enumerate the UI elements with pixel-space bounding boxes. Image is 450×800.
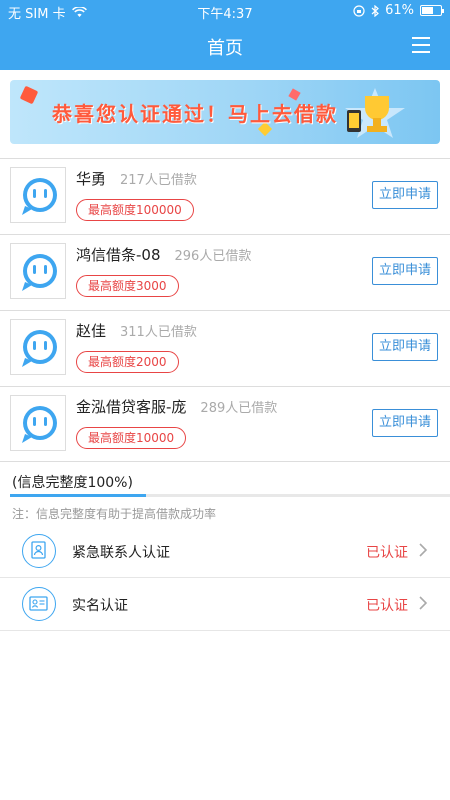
lender-name: 金泓借贷客服-庞 bbox=[76, 398, 187, 416]
chevron-right-icon bbox=[419, 543, 428, 557]
completeness-label: (信息完整度100%) bbox=[12, 475, 133, 491]
cert-label: 紧急联系人认证 bbox=[72, 545, 170, 561]
apply-button[interactable]: 立即申请 bbox=[372, 257, 438, 285]
app-header: 无 SIM 卡 下午4:37 61% 首页 bbox=[0, 0, 450, 70]
menu-icon[interactable] bbox=[412, 37, 430, 53]
promo-banner[interactable]: 恭喜您认证通过！马上去借款 bbox=[10, 80, 440, 144]
page-title: 首页 bbox=[207, 38, 243, 59]
loan-list: 华勇 217人已借款 最高额度100000 立即申请 鸿信借条-08 296人已借款… bbox=[0, 158, 450, 462]
loan-item[interactable]: 华勇 217人已借款 最高额度100000 立即申请 bbox=[0, 158, 450, 234]
borrower-count: 289人已借款 bbox=[200, 401, 278, 416]
red-envelope-icon bbox=[19, 85, 39, 105]
cert-status: 已认证 bbox=[366, 598, 408, 614]
limit-badge: 最高额度100000 bbox=[76, 199, 194, 221]
battery-icon bbox=[420, 5, 444, 16]
trophy-icon bbox=[345, 88, 405, 138]
bluetooth-icon bbox=[371, 4, 380, 17]
loan-item[interactable]: 赵佳 311人已借款 最高额度2000 立即申请 bbox=[0, 310, 450, 386]
chat-bubble-icon bbox=[22, 178, 57, 215]
limit-badge: 最高额度10000 bbox=[76, 427, 187, 449]
completeness-note: 注：信息完整度有助于提高借款成功率 bbox=[12, 507, 217, 521]
chevron-right-icon bbox=[419, 596, 428, 610]
limit-badge: 最高额度3000 bbox=[76, 275, 179, 297]
completeness-progress-fill bbox=[10, 494, 147, 497]
id-card-icon bbox=[22, 587, 56, 621]
lender-name: 华勇 bbox=[76, 170, 107, 188]
battery-percent: 61% bbox=[385, 3, 414, 18]
rotation-lock-icon bbox=[353, 4, 365, 17]
borrower-count: 217人已借款 bbox=[120, 173, 197, 188]
limit-badge: 最高额度2000 bbox=[76, 351, 179, 373]
cert-status: 已认证 bbox=[366, 545, 408, 561]
cert-label: 实名认证 bbox=[72, 598, 128, 614]
lender-avatar bbox=[10, 243, 66, 299]
chat-bubble-icon bbox=[22, 406, 57, 443]
lender-avatar bbox=[10, 319, 66, 375]
info-completeness: (信息完整度100%) bbox=[0, 468, 450, 498]
apply-button[interactable]: 立即申请 bbox=[372, 409, 438, 437]
chat-bubble-icon bbox=[22, 330, 57, 367]
contact-card-icon bbox=[22, 534, 56, 568]
apply-button[interactable]: 立即申请 bbox=[372, 181, 438, 209]
lender-avatar bbox=[10, 167, 66, 223]
borrower-count: 311人已借款 bbox=[120, 325, 197, 340]
completeness-progress-track bbox=[10, 494, 450, 497]
borrower-count: 296人已借款 bbox=[174, 249, 252, 264]
lender-name: 赵佳 bbox=[76, 322, 107, 340]
battery-level bbox=[422, 7, 433, 14]
cert-item-real-name[interactable]: 实名认证 已认证 bbox=[0, 579, 450, 631]
cert-item-emergency-contact[interactable]: 紧急联系人认证 已认证 bbox=[0, 526, 450, 578]
lender-name: 鸿信借条-08 bbox=[76, 246, 161, 264]
lender-avatar bbox=[10, 395, 66, 451]
status-bar: 无 SIM 卡 下午4:37 61% bbox=[0, 0, 450, 22]
chat-bubble-icon bbox=[22, 254, 57, 291]
banner-text: 恭喜您认证通过！马上去借款 bbox=[52, 102, 338, 126]
loan-item[interactable]: 金泓借贷客服-庞 289人已借款 最高额度10000 立即申请 bbox=[0, 386, 450, 462]
apply-button[interactable]: 立即申请 bbox=[372, 333, 438, 361]
loan-item[interactable]: 鸿信借条-08 296人已借款 最高额度3000 立即申请 bbox=[0, 234, 450, 310]
